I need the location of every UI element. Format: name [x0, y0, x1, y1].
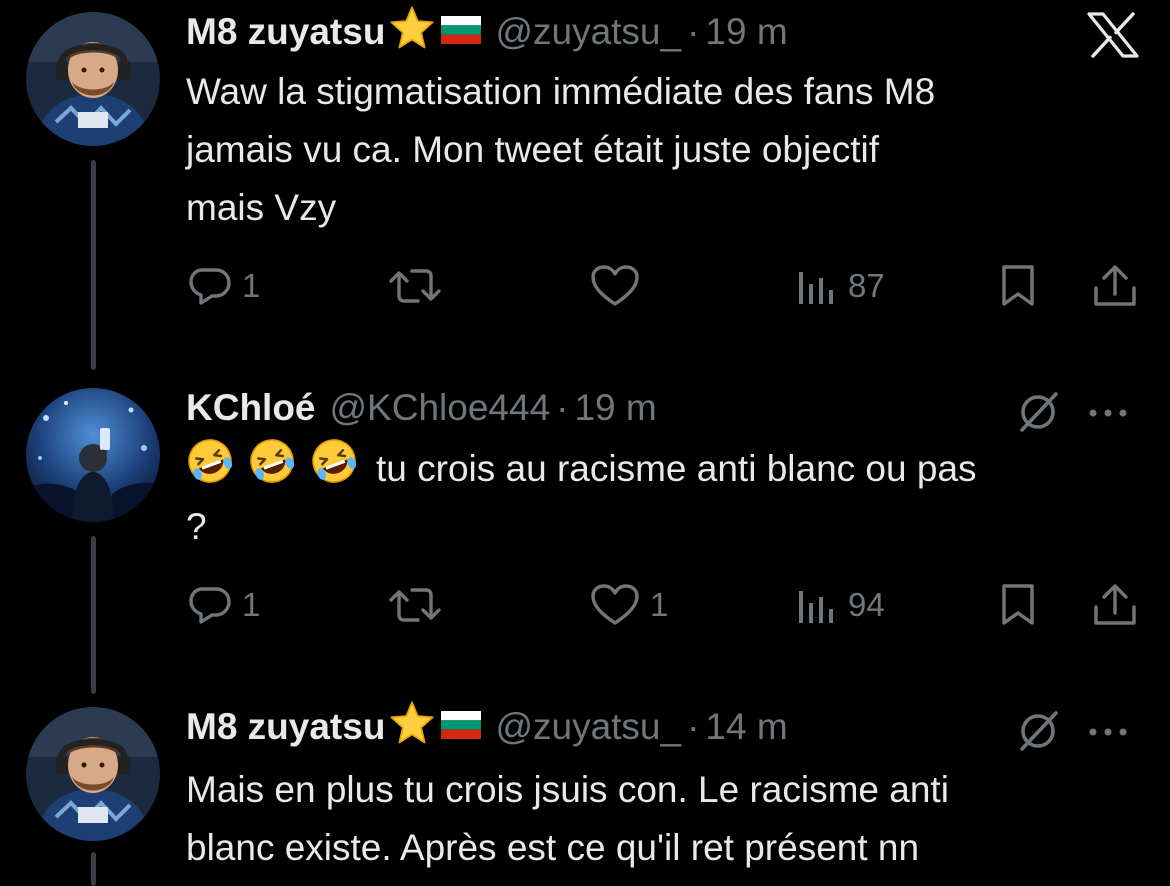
timestamp[interactable]: 19 m [705, 11, 787, 53]
share-button[interactable] [1092, 261, 1138, 311]
tweet-text-line: Waw la stigmatisation immédiate des fans… [186, 71, 936, 112]
rofl-emoji-icon [186, 437, 234, 502]
tweet-actions: 1 1 94 [186, 580, 1146, 630]
tweet-text-line: mais Vzy [186, 187, 337, 228]
separator-dot: · [687, 11, 700, 52]
views-count: 87 [848, 267, 885, 304]
reply-button[interactable]: 1 [188, 580, 260, 630]
avatar[interactable] [26, 12, 160, 146]
share-icon [1092, 583, 1138, 627]
rofl-emoji-icon [248, 437, 296, 502]
grok-icon[interactable] [1014, 388, 1062, 441]
timestamp[interactable]: 14 m [705, 706, 787, 748]
reply-count: 1 [242, 267, 261, 304]
tweet-text: tu crois au racisme anti blanc ou pas ? [186, 438, 1136, 556]
tweet-text-line: tu crois au racisme anti blanc ou pas [186, 438, 1136, 498]
views-count: 94 [848, 586, 885, 623]
more-options-icon[interactable] [1088, 406, 1128, 424]
reply-icon [188, 266, 232, 306]
x-logo-icon[interactable] [1086, 12, 1140, 58]
avatar[interactable] [26, 388, 160, 522]
share-icon [1092, 264, 1138, 308]
views-button[interactable]: 87 [798, 261, 885, 311]
share-button[interactable] [1092, 580, 1138, 630]
star-emoji-icon [389, 700, 435, 755]
tweet-text-line: jamais vu ca. Mon tweet était juste obje… [186, 129, 880, 170]
user-handle[interactable]: @KChloe444 [330, 387, 551, 429]
tweet-text: Mais en plus tu crois jsuis con. Le raci… [186, 761, 1136, 877]
display-name[interactable]: KChloé [186, 387, 316, 429]
views-chart-icon [798, 585, 838, 625]
views-button[interactable]: 94 [798, 580, 885, 630]
tweet-text-line: ? [186, 506, 207, 547]
tweet[interactable]: M8 zuyatsu @zuyatsu_ · 14 m Mais en plus… [0, 695, 1170, 886]
tweet[interactable]: KChloé @KChloe444 · 19 m tu crois au rac… [0, 370, 1170, 695]
more-options-icon[interactable] [1088, 725, 1128, 743]
retweet-button[interactable] [388, 261, 442, 311]
tweet-top-right-controls [1014, 707, 1128, 760]
tweet-text: Waw la stigmatisation immédiate des fans… [186, 63, 1136, 237]
rofl-emoji-icon [310, 437, 358, 502]
reply-count: 1 [242, 586, 261, 623]
retweet-icon [388, 266, 442, 306]
bulgaria-flag-icon [441, 11, 482, 53]
avatar[interactable] [26, 707, 160, 841]
retweet-button[interactable] [388, 580, 442, 630]
views-chart-icon [798, 266, 838, 306]
tweet-top-right-controls [1014, 388, 1128, 441]
like-button[interactable] [590, 261, 640, 311]
tweet-header: KChloé @KChloe444 · 19 m [186, 383, 657, 433]
user-handle[interactable]: @zuyatsu_ [495, 11, 681, 53]
display-name[interactable]: M8 zuyatsu [186, 706, 385, 748]
bookmark-button[interactable] [998, 580, 1038, 630]
retweet-icon [388, 585, 442, 625]
bookmark-icon [998, 264, 1038, 308]
separator-dot: · [556, 387, 569, 428]
tweet-header: M8 zuyatsu @zuyatsu_ · 14 m [186, 700, 788, 755]
bookmark-icon [998, 583, 1038, 627]
separator-dot: · [687, 706, 700, 747]
heart-icon [590, 264, 640, 308]
like-count: 1 [650, 586, 669, 623]
reply-button[interactable]: 1 [188, 261, 260, 311]
tweet-header: M8 zuyatsu @zuyatsu_ · 19 m [186, 5, 788, 60]
tweet-text-line: Mais en plus tu crois jsuis con. Le raci… [186, 769, 949, 810]
bookmark-button[interactable] [998, 261, 1038, 311]
like-button[interactable]: 1 [590, 580, 668, 630]
tweet-actions: 1 87 [186, 261, 1146, 311]
grok-icon[interactable] [1014, 707, 1062, 760]
user-handle[interactable]: @zuyatsu_ [495, 706, 681, 748]
display-name[interactable]: M8 zuyatsu [186, 11, 385, 53]
reply-icon [188, 585, 232, 625]
star-emoji-icon [389, 5, 435, 60]
heart-icon [590, 583, 640, 627]
tweet[interactable]: M8 zuyatsu @zuyatsu_ · 19 m Waw la stigm… [0, 0, 1170, 370]
tweet-text-line: blanc existe. Après est ce qu'il ret pré… [186, 827, 920, 868]
bulgaria-flag-icon [441, 706, 482, 748]
timestamp[interactable]: 19 m [574, 387, 656, 429]
tweet-text-segment: tu crois au racisme anti blanc ou pas [376, 448, 977, 489]
